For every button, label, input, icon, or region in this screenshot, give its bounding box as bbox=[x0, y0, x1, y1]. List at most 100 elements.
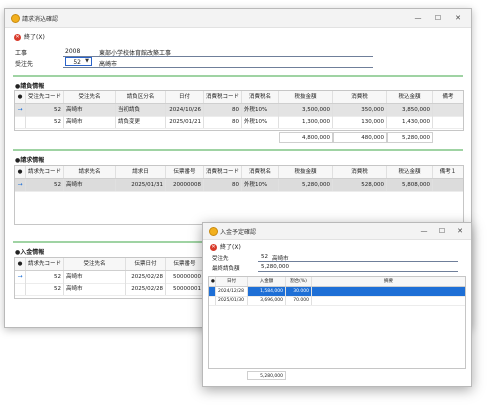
cell-amount-excl: 5,280,000 bbox=[279, 179, 333, 191]
row-marker bbox=[209, 296, 216, 305]
cell-date: 2025/01/30 bbox=[216, 296, 248, 305]
cell-slip-date: 2025/02/28 bbox=[126, 283, 166, 295]
cell-date: 2024/10/26 bbox=[166, 104, 204, 116]
close-window-icon[interactable]: ✕ bbox=[453, 225, 467, 237]
chevron-down-icon[interactable]: ▼ bbox=[83, 58, 91, 65]
cell-remarks bbox=[433, 179, 463, 191]
cell-tax: 130,000 bbox=[333, 116, 387, 128]
cell-payment-amount: 1,584,000 bbox=[248, 287, 286, 296]
cell-tax: 350,000 bbox=[333, 104, 387, 116]
cell-customer-name: 高崎市 bbox=[64, 104, 116, 116]
table-row[interactable]: 52 高崎市 請負変更 2025/01/21 80 外税10% 1,300,00… bbox=[15, 116, 463, 129]
final-amount-label: 最終請負額 bbox=[212, 266, 240, 272]
cell-customer-name: 高崎市 bbox=[64, 283, 126, 295]
close-window-icon[interactable]: ✕ bbox=[451, 12, 465, 24]
minimize-icon[interactable]: — bbox=[417, 225, 431, 237]
col-slip-date: 伝票日付 bbox=[126, 258, 166, 270]
popup-close-label: 終了(X) bbox=[220, 244, 241, 251]
maximize-icon[interactable]: ☐ bbox=[435, 225, 449, 237]
col-billing-code: 請求先コード bbox=[26, 258, 64, 270]
close-button[interactable]: ✕ 終了(X) bbox=[14, 32, 45, 42]
cell-tax-code: 80 bbox=[204, 179, 242, 191]
app-icon bbox=[209, 227, 218, 236]
cell-contract-type: 請負変更 bbox=[116, 116, 166, 128]
popup-amount-underline bbox=[258, 271, 458, 272]
col-amount-incl: 税込金額 bbox=[387, 91, 433, 103]
col-remarks: 備考 bbox=[442, 94, 454, 100]
col-tax-name: 消費税名 bbox=[242, 91, 279, 103]
contracts-grid-header: ● 受注先コード 受注先名 請負区分名 日付 消費税コード 消費税名 税抜金額 … bbox=[15, 91, 463, 104]
close-circle-icon: ✕ bbox=[14, 34, 21, 41]
popup-close-button[interactable]: ✕ 終了(X) bbox=[210, 242, 241, 252]
project-underline bbox=[63, 56, 373, 57]
cell-customer-name: 高崎市 bbox=[64, 116, 116, 128]
cell-tax-code: 80 bbox=[204, 104, 242, 116]
cell-slip-number: 20000008 bbox=[166, 179, 204, 191]
table-row[interactable]: 2025/01/30 3,696,000 70.000 bbox=[209, 296, 465, 306]
customer-label: 受注先 bbox=[15, 61, 34, 68]
col-remarks: 備考１ bbox=[439, 169, 457, 175]
cell-billing-code: 52 bbox=[26, 271, 64, 283]
app-icon bbox=[11, 14, 20, 23]
minimize-icon[interactable]: — bbox=[411, 12, 425, 24]
row-marker bbox=[15, 116, 26, 128]
cell-billing-name: 高崎市 bbox=[64, 179, 116, 191]
cell-remarks bbox=[433, 104, 463, 116]
col-tax-code: 消費税コード bbox=[204, 91, 242, 103]
customer-code-value: 52 bbox=[73, 59, 81, 66]
col-tax: 消費税 bbox=[333, 91, 387, 103]
col-amount-incl: 税込金額 bbox=[387, 166, 433, 178]
total-amount-incl: 5,280,000 bbox=[387, 132, 433, 143]
cell-ratio: 30.000 bbox=[286, 287, 312, 296]
cell-contract-type: 当初請負 bbox=[116, 104, 166, 116]
main-window-title: 請求消込確認 bbox=[22, 16, 59, 23]
cell-customer-code: 52 bbox=[26, 104, 64, 116]
cell-tax-name: 外税10% bbox=[242, 116, 279, 128]
popup-customer-underline bbox=[258, 261, 458, 262]
section-divider bbox=[13, 149, 463, 151]
total-tax: 480,000 bbox=[333, 132, 387, 143]
invoices-grid: ● 請求先コード 請求先名 請求日 伝票番号 消費税コード 消費税名 税抜金額 … bbox=[14, 165, 464, 225]
cell-tax: 528,000 bbox=[333, 179, 387, 191]
section-divider bbox=[13, 75, 463, 77]
cell-amount-excl: 3,500,000 bbox=[279, 104, 333, 116]
col-payment-amount: 入金額 bbox=[248, 277, 286, 286]
row-pointer-icon: → bbox=[15, 271, 26, 283]
cell-amount-incl: 3,850,000 bbox=[387, 104, 433, 116]
col-slip-number: 伝票番号 bbox=[166, 258, 204, 270]
invoices-section-title: ●請求情報 bbox=[15, 157, 45, 164]
table-row[interactable]: → 52 高崎市 2025/01/31 20000008 80 外税10% 5,… bbox=[15, 179, 463, 192]
cell-payment-amount: 3,696,000 bbox=[248, 296, 286, 305]
col-billing-code: 請求先コード bbox=[26, 166, 64, 178]
cell-date: 2025/01/21 bbox=[166, 116, 204, 128]
cell-amount-excl: 1,300,000 bbox=[279, 116, 333, 128]
row-pointer-icon: → bbox=[15, 104, 26, 116]
cell-billing-code: 52 bbox=[26, 179, 64, 191]
project-code: 2008 bbox=[65, 48, 81, 55]
cell-slip-date: 2025/02/28 bbox=[126, 271, 166, 283]
cell-ratio: 70.000 bbox=[286, 296, 312, 305]
row-pointer-icon: → bbox=[211, 287, 216, 296]
maximize-icon[interactable]: ☐ bbox=[431, 12, 445, 24]
cell-amount-incl: 5,808,000 bbox=[387, 179, 433, 191]
customer-underline bbox=[63, 67, 373, 68]
cell-billing-code: 52 bbox=[26, 283, 64, 295]
payment-schedule-window: 入金予定確認 — ☐ ✕ ✕ 終了(X) 受注先 52 高崎市 最終請負額 5,2… bbox=[202, 222, 472, 387]
final-amount-value: 5,280,000 bbox=[261, 264, 289, 270]
cell-slip-number: 50000000 bbox=[166, 271, 204, 283]
col-summary: 摘要 bbox=[384, 279, 393, 284]
row-marker-header: ● bbox=[15, 258, 26, 270]
col-date: 日付 bbox=[166, 91, 204, 103]
popup-customer-code: 52 bbox=[261, 254, 268, 260]
cell-date: 2024/12/28 bbox=[216, 287, 248, 296]
col-tax-name: 消費税名 bbox=[242, 166, 279, 178]
cell-tax-name: 外税10% bbox=[242, 104, 279, 116]
col-tax-code: 消費税コード bbox=[204, 166, 242, 178]
customer-code-combo[interactable]: 52 ▼ bbox=[65, 57, 92, 66]
row-marker-header: ● bbox=[15, 91, 26, 103]
main-titlebar: 請求消込確認 — ☐ ✕ bbox=[5, 9, 471, 28]
cell-tax-code: 80 bbox=[204, 116, 242, 128]
row-marker bbox=[15, 283, 26, 295]
cell-customer-name: 高崎市 bbox=[64, 271, 126, 283]
col-invoice-date: 請求日 bbox=[116, 166, 166, 178]
